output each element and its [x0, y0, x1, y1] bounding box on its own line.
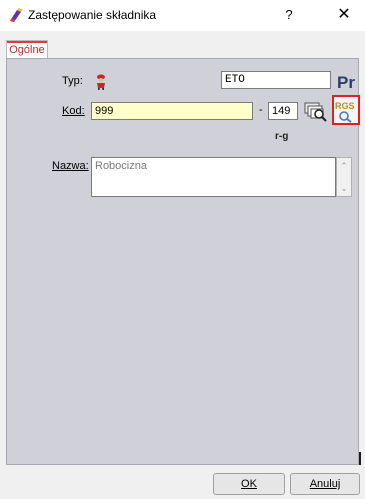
catalog-search-icon[interactable] — [303, 100, 327, 122]
rgs-button[interactable]: RGS — [332, 95, 360, 125]
general-panel: Typ: ETO Pr Kod: 999 - 149 RGS r-g Nazwa… — [6, 58, 360, 465]
help-button[interactable]: ? — [279, 5, 299, 25]
tab-general[interactable]: Ogólne — [6, 40, 48, 59]
kod-suffix-input[interactable]: 149 — [268, 102, 298, 120]
worker-icon — [97, 74, 105, 90]
kod-label: Kod: — [62, 105, 85, 117]
ok-button-label: OK — [241, 478, 257, 490]
window-title: Zastępowanie składnika — [28, 8, 157, 22]
pr-label: Pr — [337, 73, 355, 92]
nazwa-textarea[interactable]: Robocizna — [91, 157, 336, 197]
scroll-down-icon[interactable]: ⌄ — [337, 181, 351, 195]
typ-label: Typ: — [62, 75, 83, 87]
app-icon — [10, 8, 23, 22]
cancel-button-label: Anuluj — [309, 478, 341, 490]
nazwa-scrollbar[interactable]: ⌃ ⌄ — [336, 157, 352, 197]
kod-input[interactable]: 999 — [91, 102, 253, 120]
tab-general-label: Ogólne — [9, 44, 45, 56]
ok-button[interactable]: OK — [213, 473, 285, 495]
kod-separator: - — [259, 104, 263, 116]
tab-accent-line — [7, 41, 47, 43]
rgs-icon: RGS — [335, 101, 355, 123]
nazwa-label: Nazwa: — [52, 160, 89, 172]
title-bar: Zastępowanie składnika ? ✕ — [0, 0, 365, 31]
close-button[interactable]: ✕ — [331, 5, 357, 25]
button-bar: OK Anuluj — [0, 467, 365, 499]
scroll-up-icon[interactable]: ⌃ — [337, 159, 351, 173]
type-code-field[interactable]: ETO — [221, 71, 331, 89]
dialog-body: Ogólne Typ: ETO Pr Kod: 999 - 149 RGS r-… — [0, 31, 365, 499]
unit-label: r-g — [275, 131, 289, 142]
rgs-icon-text: RGS — [335, 101, 355, 111]
panel-edge-marker — [359, 452, 361, 465]
cancel-button[interactable]: Anuluj — [290, 473, 360, 495]
